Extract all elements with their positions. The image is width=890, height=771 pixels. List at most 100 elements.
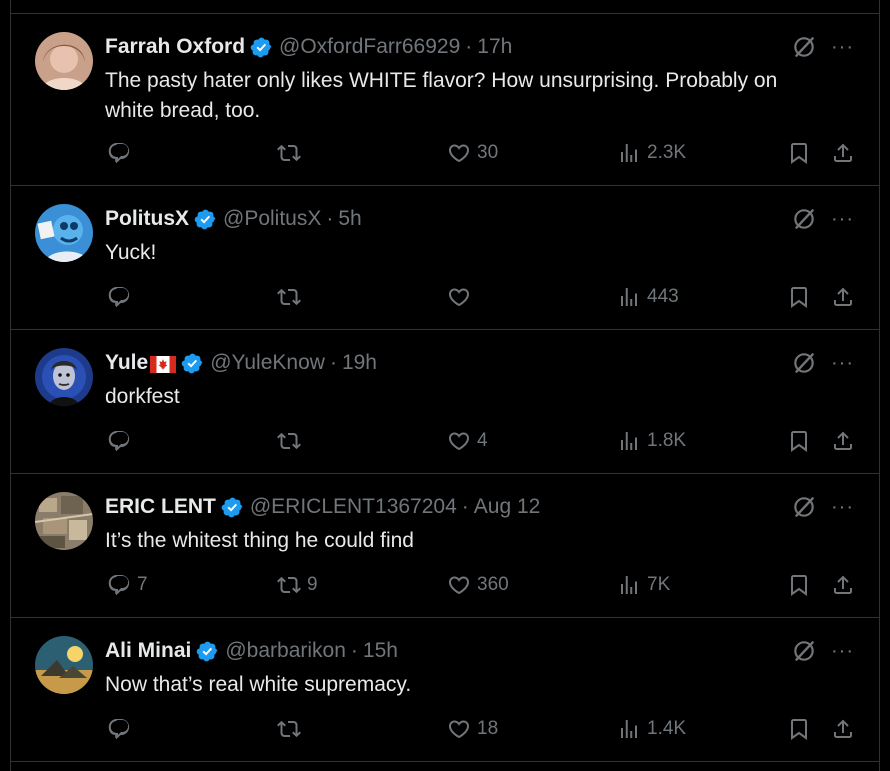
display-name[interactable]: Farrah Oxford [105,34,245,60]
views-button[interactable]: 1.8K [617,429,686,453]
tweet[interactable]: PolitusX @PolitusX · 5h Yuck! ··· 443 [11,186,879,330]
more-icon[interactable]: ··· [831,352,857,374]
reply-button[interactable] [107,141,137,165]
grok-icon[interactable] [791,494,817,520]
reply-button[interactable] [107,285,137,309]
display-name[interactable]: Ali Minai [105,638,191,664]
verified-badge-icon [196,640,219,663]
handle[interactable]: @barbarikon [225,638,346,664]
like-button[interactable] [447,285,477,309]
avatar[interactable] [35,32,93,90]
views-icon [617,573,641,597]
tweet-text: The pasty hater only likes WHITE flavor?… [105,69,778,122]
grok-icon[interactable] [791,350,817,376]
timestamp[interactable]: Aug 12 [474,494,541,520]
like-icon [447,717,471,741]
like-button[interactable]: 18 [447,717,498,741]
bookmark-button[interactable] [787,429,811,453]
verified-badge-icon [194,208,217,231]
like-count: 18 [477,718,499,739]
timeline: Farrah Oxford @OxfordFarr66929 · 17h The… [10,0,880,771]
repost-button[interactable]: 9 [277,573,318,597]
verified-badge-icon [250,36,273,59]
like-count: 30 [477,142,499,163]
bookmark-button[interactable] [787,141,811,165]
bookmark-icon [787,429,811,453]
bookmark-button[interactable] [787,573,811,597]
share-icon [831,141,855,165]
views-button[interactable]: 443 [617,285,679,309]
views-button[interactable]: 7K [617,573,670,597]
grok-icon[interactable] [791,206,817,232]
avatar[interactable] [35,636,93,694]
repost-button[interactable] [277,285,307,309]
share-button[interactable] [831,429,855,453]
more-icon[interactable]: ··· [831,640,857,662]
tweet[interactable]: ERIC LENT @ERICLENT1367204 · Aug 12 It’s… [11,474,879,618]
like-button[interactable]: 360 [447,573,509,597]
more-icon[interactable]: ··· [831,208,857,230]
views-button[interactable]: 1.4K [617,717,686,741]
grok-icon[interactable] [791,34,817,60]
share-button[interactable] [831,285,855,309]
share-icon [831,429,855,453]
repost-button[interactable] [277,429,307,453]
bookmark-button[interactable] [787,717,811,741]
display-name[interactable]: Yule [105,350,148,376]
avatar[interactable] [35,492,93,550]
grok-icon[interactable] [791,638,817,664]
reply-button[interactable]: 7 [107,573,148,597]
share-button[interactable] [831,717,855,741]
bookmark-icon [787,141,811,165]
views-button[interactable]: 2.3K [617,141,686,165]
timestamp[interactable]: 15h [363,638,398,664]
reply-button[interactable] [107,717,137,741]
handle[interactable]: @YuleKnow [210,350,325,376]
timestamp[interactable]: 17h [477,34,512,60]
repost-button[interactable] [277,141,307,165]
avatar[interactable] [35,348,93,406]
views-icon [617,717,641,741]
reply-count: 7 [137,574,148,595]
tweet[interactable]: Yule @YuleKnow · 19h dorkfest ··· 4 1.8K [11,330,879,474]
reply-icon [107,285,131,309]
view-count: 2.3K [647,142,687,163]
share-button[interactable] [831,141,855,165]
handle[interactable]: @PolitusX [223,206,321,232]
display-name[interactable]: ERIC LENT [105,494,216,520]
like-icon [447,141,471,165]
like-icon [447,429,471,453]
tweet[interactable]: Ali Minai @barbarikon · 15h Now that’s r… [11,618,879,762]
avatar[interactable] [35,204,93,262]
views-icon [617,429,641,453]
tweet[interactable]: Farrah Oxford @OxfordFarr66929 · 17h The… [11,14,879,186]
share-icon [831,285,855,309]
views-icon [617,141,641,165]
view-count: 7K [647,574,671,595]
like-button[interactable]: 4 [447,429,488,453]
display-name[interactable]: PolitusX [105,206,189,232]
handle[interactable]: @OxfordFarr66929 [279,34,460,60]
like-icon [447,285,471,309]
timestamp[interactable]: 19h [342,350,377,376]
view-count: 1.8K [647,430,687,451]
share-button[interactable] [831,573,855,597]
share-icon [831,573,855,597]
like-button[interactable]: 30 [447,141,498,165]
repost-icon [277,141,301,165]
separator: · [465,35,473,58]
view-count: 1.4K [647,718,687,739]
more-icon[interactable]: ··· [831,496,857,518]
timestamp[interactable]: 5h [338,206,361,232]
like-icon [447,573,471,597]
like-count: 4 [477,430,488,451]
views-icon [617,285,641,309]
bookmark-button[interactable] [787,285,811,309]
more-icon[interactable]: ··· [831,36,857,58]
share-icon [831,717,855,741]
handle[interactable]: @ERICLENT1367204 [250,494,457,520]
reply-icon [107,141,131,165]
reply-button[interactable] [107,429,137,453]
like-count: 360 [477,574,509,595]
repost-button[interactable] [277,717,307,741]
